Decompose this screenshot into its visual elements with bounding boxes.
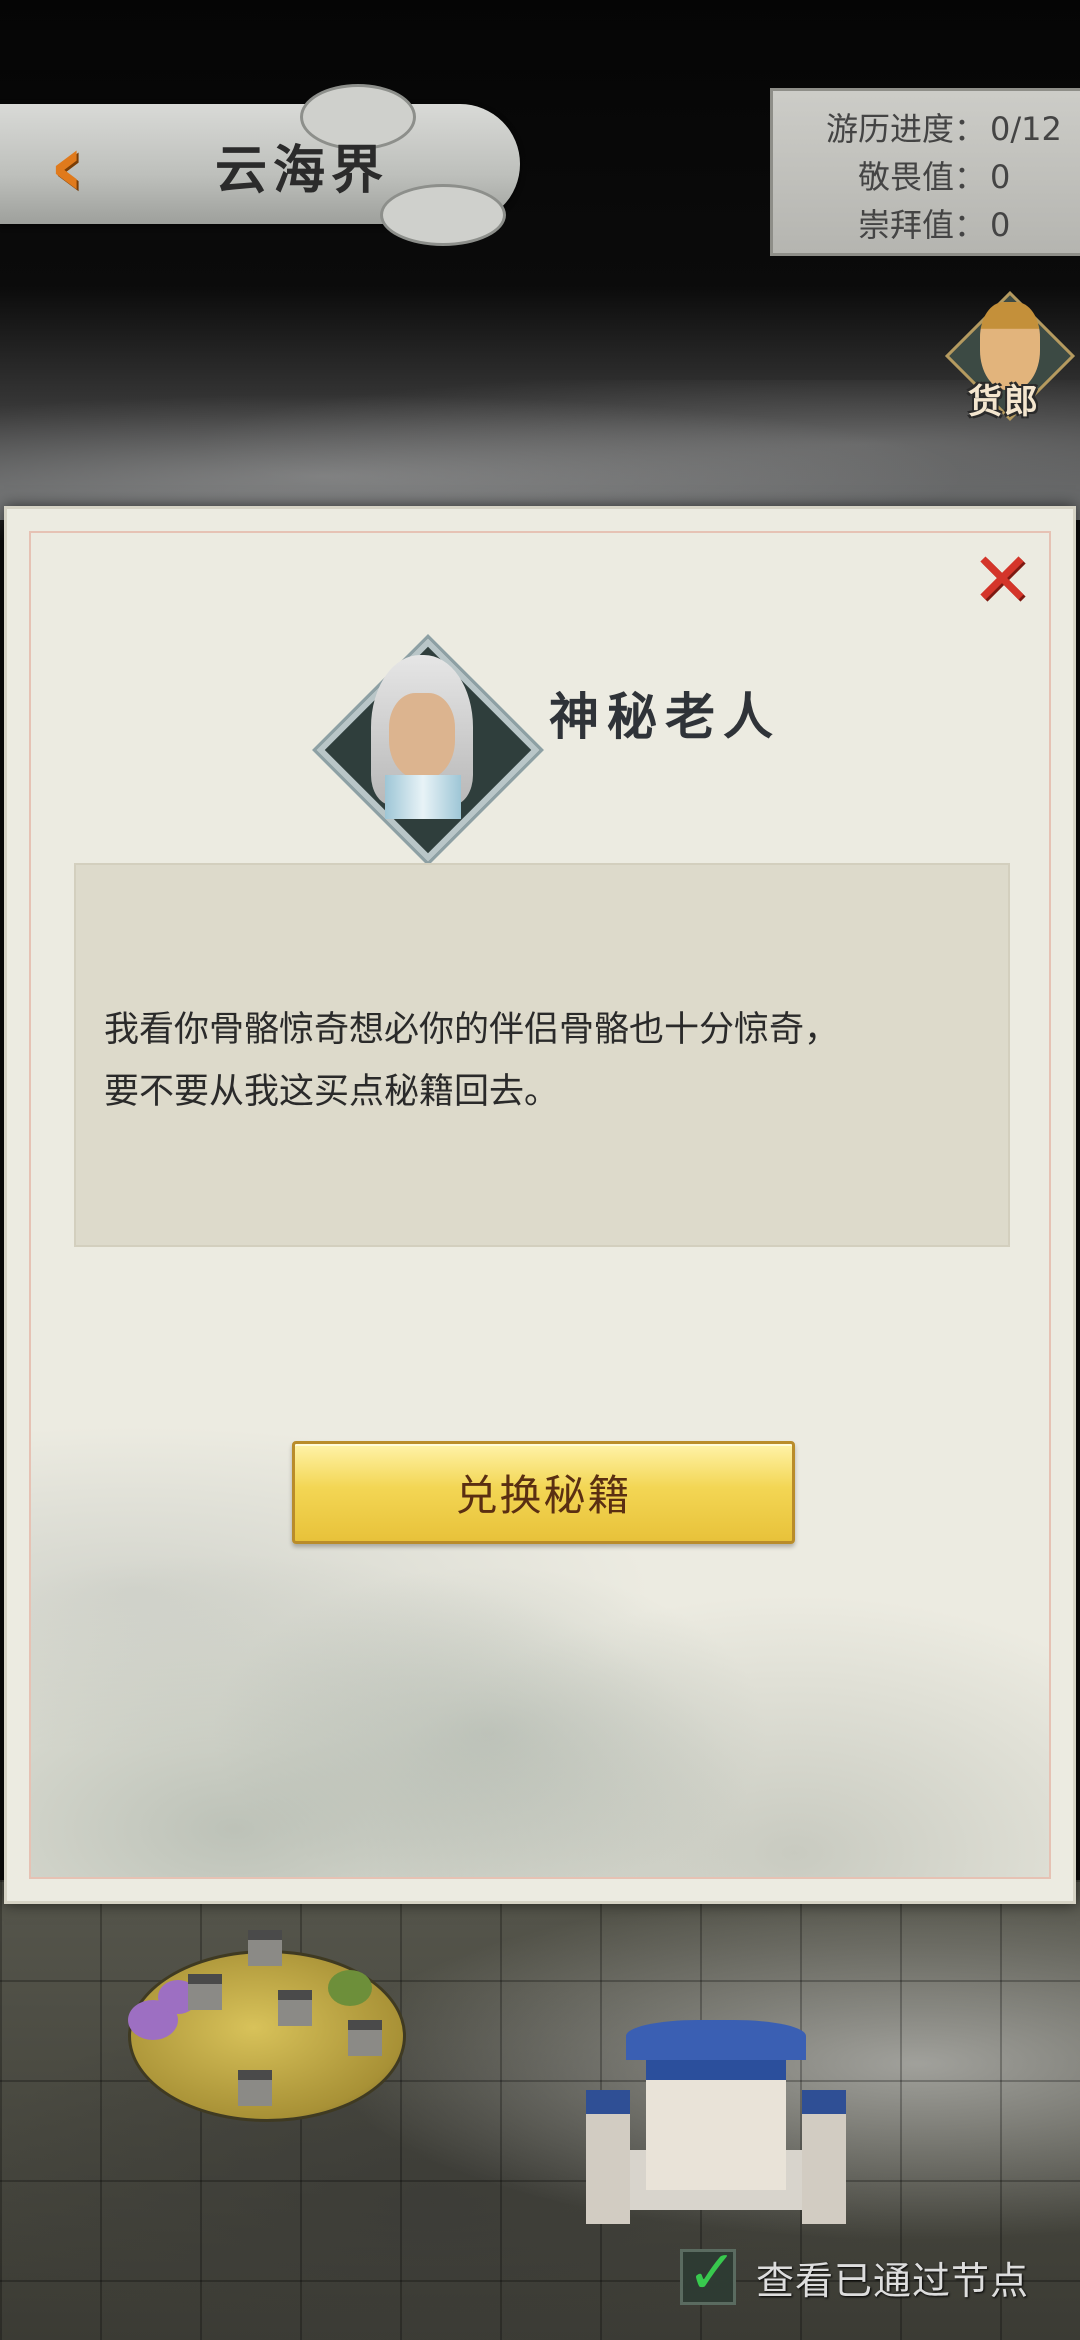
chevron-left-icon: ‹ — [49, 116, 85, 216]
worship-stat: 崇拜值： 0 — [773, 201, 1056, 249]
palace-hall — [646, 2050, 786, 2190]
checkbox[interactable]: ✓ — [680, 2238, 737, 2308]
cloud-ornament — [380, 184, 506, 246]
worship-value: 0 — [990, 206, 1011, 244]
palace-tower — [802, 2090, 846, 2224]
progress-label: 游历进度： — [825, 110, 986, 148]
passed-nodes-label: 查看已通过节点 — [756, 2258, 1030, 2303]
npc-portrait — [316, 638, 540, 862]
village-node[interactable] — [128, 1910, 406, 2122]
palace-tower — [586, 2090, 630, 2224]
npc-name: 神秘老人 — [549, 687, 781, 746]
house — [348, 2020, 382, 2056]
palace-node[interactable] — [586, 1990, 846, 2230]
stats-panel: 游历进度： 0/12 敬畏值： 0 崇拜值： 0 — [770, 88, 1080, 256]
dialog-line: 要不要从我这买点秘籍回去。 — [104, 1072, 560, 1112]
npc-dialog: ✕ 神秘老人 我看你骨骼惊奇想必你的伴侣骨骼也十分惊奇， 要不要从我这买点秘籍回… — [4, 506, 1076, 1904]
checkmark-icon: ✓ — [687, 2238, 738, 2308]
palace-roof — [626, 2020, 806, 2060]
portrait-robe — [385, 775, 461, 819]
dialog-text: 我看你骨骼惊奇想必你的伴侣骨骼也十分惊奇， 要不要从我这买点秘籍回去。 — [104, 999, 984, 1123]
dialog-line: 我看你骨骼惊奇想必你的伴侣骨骼也十分惊奇， — [104, 1010, 840, 1050]
house — [238, 2070, 272, 2106]
house — [248, 1930, 282, 1966]
close-x-icon: ✕ — [970, 537, 1033, 623]
exchange-button[interactable]: 兑换秘籍 — [292, 1441, 795, 1544]
back-button[interactable]: ‹ — [22, 116, 112, 216]
tree — [328, 1970, 372, 2006]
portrait-face — [389, 693, 455, 779]
progress-stat: 游历进度： 0/12 — [773, 105, 1062, 153]
view-passed-nodes-toggle[interactable]: ✓ 查看已通过节点 — [680, 2238, 1080, 2312]
awe-value: 0 — [990, 158, 1011, 196]
awe-stat: 敬畏值： 0 — [773, 153, 1056, 201]
region-banner: ‹ 云海界 — [0, 84, 540, 246]
worship-label: 崇拜值： — [857, 206, 986, 244]
region-title: 云海界 — [215, 140, 390, 201]
merchant-label: 货郎 — [968, 382, 1040, 422]
awe-label: 敬畏值： — [857, 158, 986, 196]
close-button[interactable]: ✕ — [967, 543, 1037, 617]
house — [188, 1974, 222, 2010]
house — [278, 1990, 312, 2026]
dialog-text-box: 我看你骨骼惊奇想必你的伴侣骨骼也十分惊奇， 要不要从我这买点秘籍回去。 — [74, 863, 1010, 1247]
progress-value: 0/12 — [990, 110, 1062, 148]
merchant-button[interactable]: 货郎 — [944, 290, 1076, 422]
